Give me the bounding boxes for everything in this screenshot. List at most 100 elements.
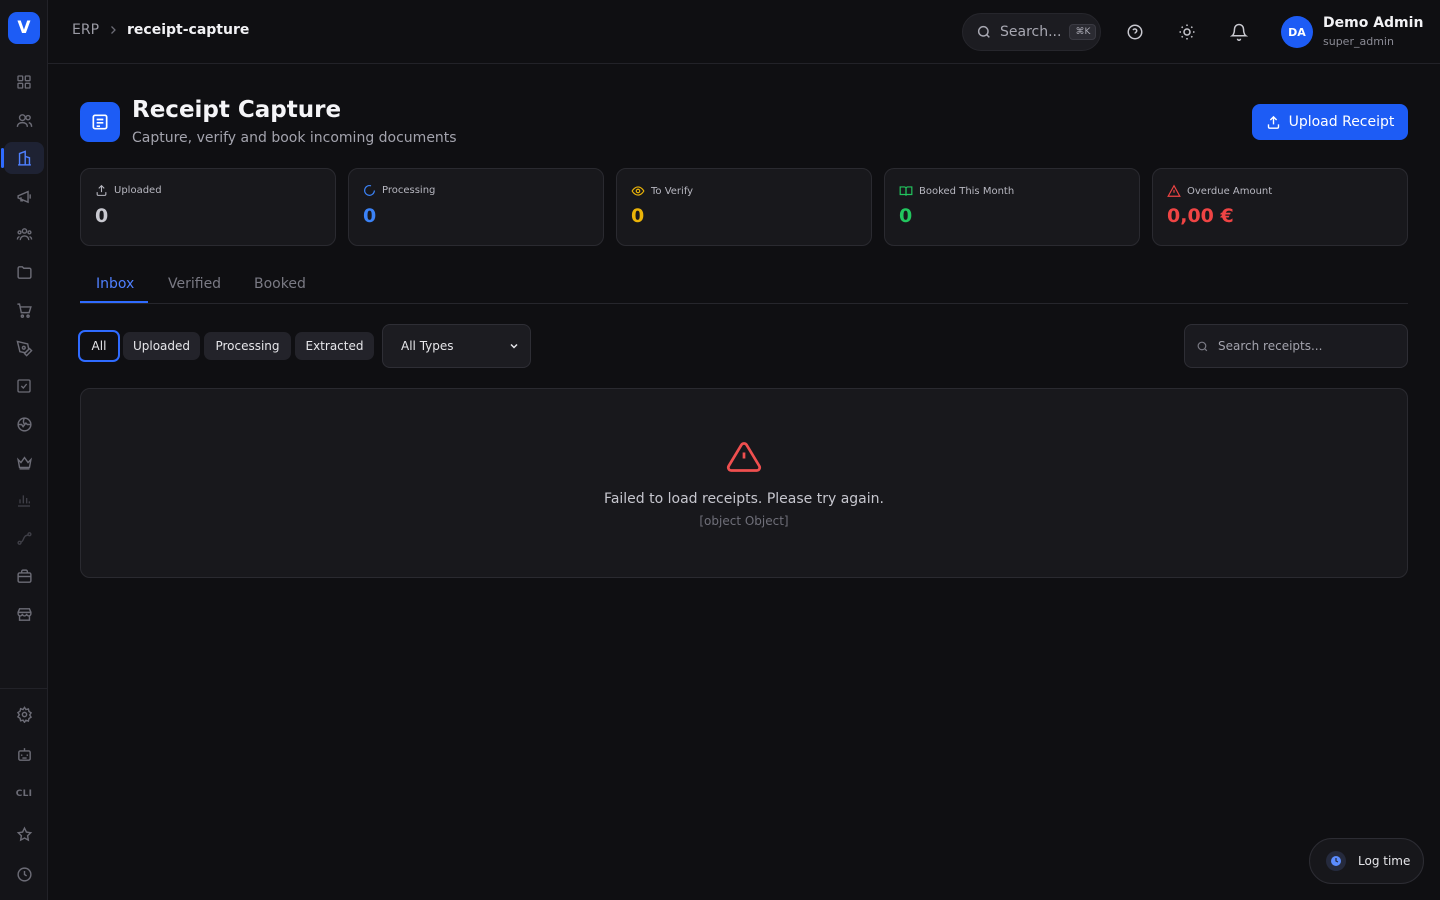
globe-icon [16,416,32,432]
stat-card-booked: Booked This Month 0 [884,168,1140,246]
stat-label: Processing [382,185,436,196]
folder-icon [16,265,32,279]
sidebar-item-workflows[interactable] [4,522,44,554]
help-button[interactable] [1123,20,1147,44]
page-title: Receipt Capture [132,97,342,123]
stat-card-to-verify: To Verify 0 [616,168,872,246]
gear-icon [16,705,32,723]
global-search-label: Search... [1000,24,1062,40]
sidebar-item-erp[interactable] [1,142,44,174]
error-panel: Failed to load receipts. Please try agai… [80,388,1408,578]
upload-icon [1267,115,1279,129]
tab-bar: Inbox Verified Booked [80,268,1408,304]
sidebar-item-dashboard[interactable] [4,66,44,98]
briefcase-icon [16,568,32,583]
sidebar-item-shop[interactable] [4,294,44,326]
receipt-icon [80,102,120,142]
receipt-search-input[interactable] [1218,339,1398,353]
cli-label: CLI [15,789,33,799]
breadcrumb: ERP receipt-capture [72,22,249,38]
bar-chart-icon [18,495,30,507]
sidebar-item-bot[interactable] [4,738,44,770]
filter-chip-all[interactable]: All [78,330,120,362]
topbar: ERP receipt-capture Search... ⌘K DA Demo… [48,0,1440,64]
star-icon [16,825,32,841]
upload-receipt-button[interactable]: Upload Receipt [1252,104,1408,140]
megaphone-icon [16,189,31,203]
global-search-button[interactable]: Search... ⌘K [962,13,1101,51]
sidebar-item-reports[interactable] [4,484,44,516]
stat-value: 0 [363,205,377,227]
building-icon [17,149,31,166]
search-shortcut: ⌘K [1069,24,1097,40]
sidebar-item-jobs[interactable] [4,560,44,592]
pen-icon [15,339,33,357]
tab-inbox[interactable]: Inbox [96,276,134,292]
users-icon [16,113,32,127]
eye-icon [631,186,645,196]
warning-icon [1167,184,1181,197]
sidebar-item-favorites[interactable] [4,818,44,850]
sidebar-item-marketing[interactable] [4,180,44,212]
sidebar-item-store[interactable] [4,598,44,630]
stat-card-overdue: Overdue Amount 0,00 € [1152,168,1408,246]
stat-value: 0,00 € [1167,205,1234,227]
app-logo[interactable]: V [8,12,40,44]
notifications-button[interactable] [1227,20,1251,44]
sidebar-item-team[interactable] [4,218,44,250]
stat-label: Booked This Month [919,185,1015,197]
check-square-icon [17,379,31,393]
route-icon [16,531,32,545]
user-avatar[interactable]: DA [1281,16,1313,48]
clock-icon [16,866,32,882]
sidebar-item-premium[interactable] [4,446,44,478]
tab-verified[interactable]: Verified [168,276,221,292]
filter-chip-processing[interactable]: Processing [204,332,291,360]
stat-value: 0 [95,205,109,227]
page-subtitle: Capture, verify and book incoming docume… [132,130,457,146]
sidebar-item-settings[interactable] [4,698,44,730]
sidebar-item-files[interactable] [4,256,44,288]
filter-chip-extracted[interactable]: Extracted [295,332,374,360]
book-icon [899,186,913,196]
active-tab-indicator [80,301,148,303]
team-icon [16,227,32,240]
stat-card-uploaded: Uploaded 0 [80,168,336,246]
user-name[interactable]: Demo Admin [1323,15,1423,31]
log-time-button[interactable]: Log time [1309,838,1424,884]
crown-icon [16,455,32,470]
tab-booked[interactable]: Booked [254,276,306,292]
sidebar-item-history[interactable] [4,858,44,890]
spinner-icon [364,185,375,196]
chevron-down-icon [510,343,518,349]
search-icon [1197,341,1208,351]
breadcrumb-current: receipt-capture [127,22,250,38]
timer-icon [1326,851,1346,871]
user-role: super_admin [1323,35,1394,48]
receipt-search [1184,324,1408,368]
grid-icon [17,75,31,89]
sidebar-item-tasks[interactable] [4,370,44,402]
sidebar: V CLI [0,0,48,900]
bot-icon [17,747,31,761]
sidebar-divider [0,688,47,689]
upload-receipt-label: Upload Receipt [1288,114,1395,130]
chevron-right-icon [111,26,116,34]
sidebar-item-web[interactable] [4,408,44,440]
stat-value: 0 [631,205,645,227]
theme-toggle-button[interactable] [1175,20,1199,44]
stat-label: Uploaded [114,185,162,196]
stat-label: Overdue Amount [1187,185,1273,197]
stat-value: 0 [899,205,913,227]
type-select[interactable]: All Types [382,324,531,368]
breadcrumb-root[interactable]: ERP [72,22,99,38]
help-icon [1127,24,1143,40]
alert-triangle-icon [726,442,762,472]
type-select-value: All Types [401,339,454,353]
sidebar-item-contacts[interactable] [4,104,44,136]
sidebar-item-sign[interactable] [4,332,44,364]
sidebar-item-cli[interactable]: CLI [4,778,44,810]
bell-icon [1230,23,1248,41]
filter-chip-uploaded[interactable]: Uploaded [123,332,200,360]
store-icon [16,607,32,621]
